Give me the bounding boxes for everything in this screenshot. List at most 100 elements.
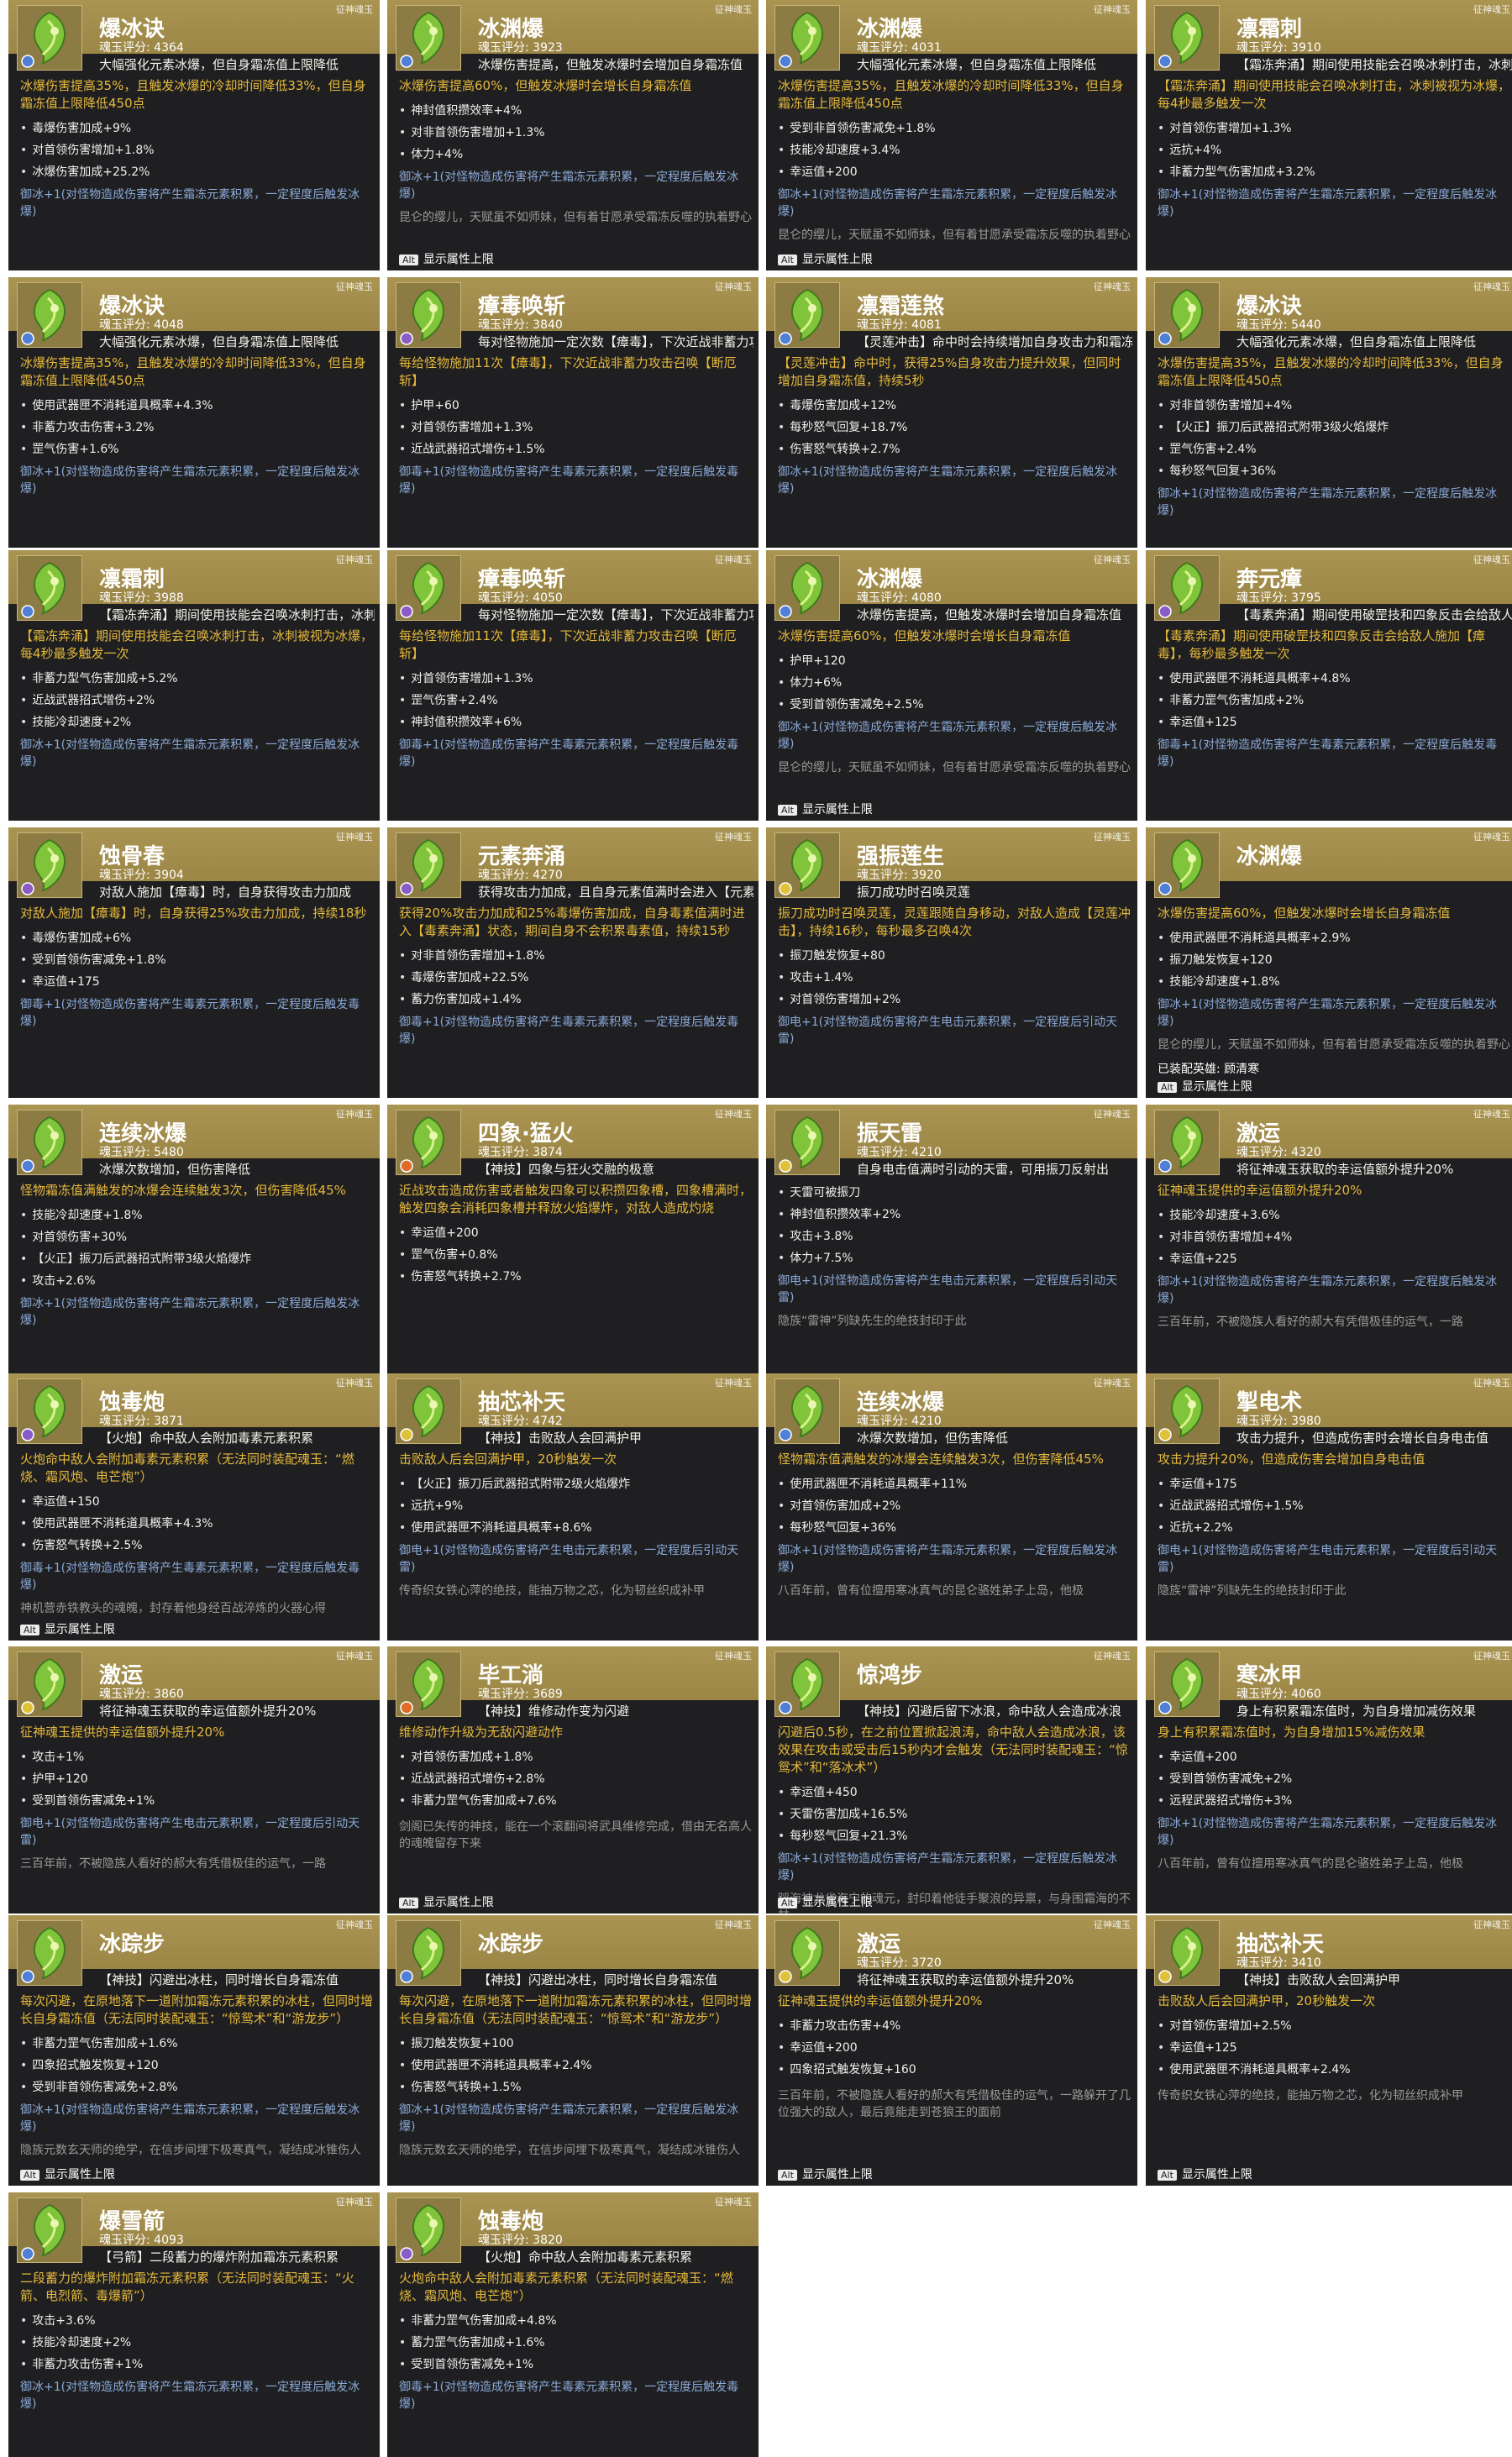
soul-jade-card[interactable]: 征神魂玉奔元瘴魂玉评分: 3795【毒素奔涌】期间使用破罡技和四象反击会给敌人施… — [1146, 550, 1512, 821]
soul-jade-card[interactable]: 征神魂玉 爆冰诀 魂玉评分: 4364 大幅强化元素冰爆，但自身霜冻值上限降低 冰爆伤害… — [8, 0, 380, 270]
set-bonus-text: 御冰+1(对怪物造成伤害将产生霜冻元素积累，一定程度后触发冰爆) — [20, 188, 360, 218]
card-effect-text: 冰爆伤害提高60%，但触发冰爆时会增长自身霜冻值 — [778, 628, 1071, 643]
soul-jade-card[interactable]: 征神魂玉 蚀骨春 魂玉评分: 3904 对敌人施加【瘴毒】时，自身获得攻击力加成 对敌人… — [8, 827, 380, 1098]
card-body: 获得20%攻击力加成和25%毒爆伤害加成，自身毒素值满时进入【毒素奔涌】状态，期… — [399, 905, 752, 1098]
card-score: 魂玉评分: 3871 — [99, 1415, 184, 1428]
stat-line: 非蓄力攻击伤害+4% — [778, 2015, 1131, 2037]
soul-jade-card[interactable]: 征神魂玉 强振莲生 魂玉评分: 3920 振刀成功时召唤灵莲 振刀成功时召唤灵莲，灵莲跟… — [766, 827, 1137, 1098]
thunder-jade-icon — [1154, 1920, 1220, 1986]
soul-jade-card[interactable]: 征神魂玉 抽芯补天 魂玉评分: 3410 【神技】击败敌人会回满护甲 击败敌人后会回满护… — [1146, 1915, 1512, 2186]
stat-line: 罡气伤害+0.8% — [399, 1244, 752, 1266]
stat-line: 受到首领伤害减免+2.5% — [778, 694, 1131, 716]
soul-jade-card[interactable]: 征神魂玉凛霜刺魂玉评分: 3910【霜冻奔涌】期间使用技能会召唤冰刺打击，冰刺被… — [1146, 0, 1512, 270]
show-attribute-cap-button[interactable]: Alt 显示属性上限 — [778, 1893, 873, 1910]
soul-jade-card[interactable]: 征神魂玉 爆冰诀 魂玉评分: 4048 大幅强化元素冰爆，但自身霜冻值上限降低 冰爆伤害… — [8, 277, 380, 548]
soul-jade-card[interactable]: 征神魂玉振天雷魂玉评分: 4210自身电击值满时引动的天雷，可用振刀反射出天雷可… — [766, 1105, 1137, 1375]
card-effect-text: 火炮命中敌人会附加毒素元素积累（无法同时装配魂玉：“燃烧、霜风炮、电芒炮”） — [20, 1452, 354, 1484]
soul-jade-card[interactable]: 征神魂玉 元素奔涌 魂玉评分: 4270 获得攻击力加成，且自身元素值满时会进入【元素… — [387, 827, 759, 1098]
thunder-jade-icon — [1154, 1378, 1220, 1444]
soul-jade-card[interactable]: 征神魂玉 四象·猛火 魂玉评分: 3874 【神技】四象与狂火交融的极意 近战攻击造成伤… — [387, 1105, 759, 1375]
soul-jade-card[interactable]: 征神魂玉 冰渊爆 魂玉评分: 3923 冰爆伤害提高，但触发冰爆时会增加自身霜冻值 冰爆… — [387, 0, 759, 270]
card-type-tag: 征神魂玉 — [1094, 1109, 1131, 1120]
ice-jade-icon — [17, 2197, 82, 2263]
soul-jade-card[interactable]: 征神魂玉 激运 魂玉评分: 4320 将征神魂玉获取的幸运值额外提升20% 征神魂玉提供… — [1146, 1105, 1512, 1375]
show-attribute-cap-button[interactable]: Alt 显示属性上限 — [20, 2166, 115, 2182]
card-effect-text: 二段蓄力的爆炸附加霜冻元素积累（无法同时装配魂玉：“火箭、电烈箭、毒爆箭”） — [20, 2271, 354, 2303]
card-body: 火炮命中敌人会附加毒素元素积累（无法同时装配魂玉：“燃烧、霜风炮、电芒炮”） 幸运… — [20, 1451, 373, 1641]
soul-jade-card[interactable]: 征神魂玉 连续冰爆 魂玉评分: 4210 冰爆次数增加，但伤害降低 怪物霜冻值满触发的冰… — [766, 1373, 1137, 1641]
soul-jade-card[interactable]: 征神魂玉 抽芯补天 魂玉评分: 4742 【神技】击败敌人会回满护甲 击败敌人后会回满护… — [387, 1373, 759, 1641]
set-bonus-text: 御毒+1(对怪物造成伤害将产生毒素元素积累，一定程度后触发毒爆) — [399, 738, 739, 769]
soul-jade-card[interactable]: 征神魂玉 冰踪步 【神技】闪避出冰柱，同时增长自身霜冻值 每次闪避，在原地落下一道附加… — [387, 1915, 759, 2186]
card-type-tag: 征神魂玉 — [336, 281, 373, 292]
lore-text: 神机营赤铁教头的魂魄，封存着他身经百战淬炼的火器心得 — [20, 1602, 326, 1615]
card-effect-text: 近战攻击造成伤害或者触发四象可以积攒四象槽，四象槽满时，触发四象会消耗四象槽并释… — [399, 1183, 752, 1215]
card-type-tag: 征神魂玉 — [715, 1651, 752, 1662]
soul-jade-card[interactable]: 征神魂玉 惊鸿步 【神技】闪避后留下冰浪，命中敌人会造成冰浪 闪避后0.5秒，在之前位… — [766, 1646, 1137, 1914]
set-bonus-text: 御冰+1(对怪物造成伤害将产生霜冻元素积累，一定程度后触发冰爆) — [778, 1544, 1118, 1574]
card-summary: 冰爆次数增加，但伤害降低 — [99, 1162, 251, 1177]
card-score: 魂玉评分: 3820 — [478, 2234, 563, 2247]
soul-jade-card[interactable]: 征神魂玉 爆冰诀 魂玉评分: 5440 大幅强化元素冰爆，但自身霜冻值上限降低 冰爆伤害… — [1146, 277, 1512, 548]
stat-line: 技能冷却速度+3.4% — [778, 139, 1131, 161]
show-attribute-cap-button[interactable]: Alt 显示属性上限 — [778, 801, 873, 817]
soul-jade-card[interactable]: 征神魂玉 激运 魂玉评分: 3860 将征神魂玉获取的幸运值额外提升20% 征神魂玉提供… — [8, 1646, 380, 1914]
stat-line: 近战武器招式增伤+2% — [20, 690, 373, 711]
set-bonus-text: 御冰+1(对怪物造成伤害将产生霜冻元素积累，一定程度后触发冰爆) — [778, 1852, 1118, 1882]
soul-jade-card[interactable]: 征神魂玉 凛霜莲煞 魂玉评分: 4081 【灵莲冲击】命中时会持续增加自身攻击力和霜冻… — [766, 277, 1137, 548]
stat-line: 对首领伤害增加+1.8% — [20, 139, 373, 161]
show-attribute-cap-button[interactable]: Alt 显示属性上限 — [1158, 2166, 1252, 2182]
soul-jade-card[interactable]: 征神魂玉 寒冰甲 魂玉评分: 4060 身上有积累霜冻值时，为自身增加减伤效果 身上有积… — [1146, 1646, 1512, 1914]
card-summary: 振刀成功时召唤灵莲 — [857, 885, 971, 900]
ice-jade-icon — [774, 1651, 840, 1717]
card-effect-text: 对敌人施加【瘴毒】时，自身获得25%攻击力加成，持续18秒 — [20, 906, 367, 921]
stat-line: 使用武器匣不消耗道具概率+2.4% — [399, 2055, 752, 2076]
soul-jade-card[interactable]: 征神魂玉 蚀毒炮 魂玉评分: 3871 【火炮】命中敌人会附加毒素元素积累 火炮命中敌人… — [8, 1373, 380, 1641]
soul-jade-card[interactable]: 征神魂玉 掣电术 魂玉评分: 3980 攻击力提升，但造成伤害时会增长自身电击值 攻击力… — [1146, 1373, 1512, 1641]
alt-key-icon: Alt — [778, 255, 797, 265]
soul-jade-card[interactable]: 征神魂玉 连续冰爆 魂玉评分: 5480 冰爆次数增加，但伤害降低 怪物霜冻值满触发的冰… — [8, 1105, 380, 1375]
soul-jade-card[interactable]: 征神魂玉 激运 魂玉评分: 3720 将征神魂玉获取的幸运值额外提升20% 征神魂玉提供… — [766, 1915, 1137, 2186]
card-type-tag: 征神魂玉 — [1473, 554, 1510, 565]
show-attribute-cap-button[interactable]: Alt 显示属性上限 — [20, 1620, 115, 1637]
card-type-tag: 征神魂玉 — [336, 1919, 373, 1930]
soul-jade-card[interactable]: 征神魂玉 毕工淌 魂玉评分: 3689 【神技】维修动作变为闪避 维修动作升级为无敌闪避… — [387, 1646, 759, 1914]
card-type-tag: 征神魂玉 — [336, 2197, 373, 2208]
show-attribute-cap-button[interactable]: Alt 显示属性上限 — [399, 1893, 494, 1910]
soul-jade-card[interactable]: 征神魂玉 爆雪箭 魂玉评分: 4093 【弓箭】二段蓄力的爆炸附加霜冻元素积累 二段蓄力… — [8, 2192, 380, 2457]
card-score: 魂玉评分: 4081 — [857, 318, 942, 332]
ice-jade-icon — [1154, 1110, 1220, 1175]
stat-line: 近抗+2.2% — [1158, 1517, 1510, 1539]
stat-line: 振刀触发恢复+120 — [1158, 949, 1510, 971]
soul-jade-card[interactable]: 征神魂玉 蚀毒炮 魂玉评分: 3820 【火炮】命中敌人会附加毒素元素积累 火炮命中敌人… — [387, 2192, 759, 2457]
show-attribute-cap-button[interactable]: Alt 显示属性上限 — [778, 250, 873, 267]
card-effect-text: 攻击力提升20%，但造成伤害会增加自身电击值 — [1158, 1452, 1425, 1467]
card-body: 冰爆伤害提高60%，但触发冰爆时会增长自身霜冻值神封值积攒效率+4%对非首领伤害… — [399, 77, 752, 270]
soul-jade-card[interactable]: 征神魂玉 冰渊爆 魂玉评分: 4031 大幅强化元素冰爆，但自身霜冻值上限降低 冰爆伤害… — [766, 0, 1137, 270]
soul-jade-card[interactable]: 征神魂玉凛霜刺魂玉评分: 3988【霜冻奔涌】期间使用技能会召唤冰刺打击，冰刺被… — [8, 550, 380, 821]
soul-jade-card[interactable]: 征神魂玉 瘴毒唤斩 魂玉评分: 3840 每对怪物施加一定次数【瘴毒】，下次近战非蓄力… — [387, 277, 759, 548]
card-summary: 攻击力提升，但造成伤害时会增长自身电击值 — [1236, 1431, 1489, 1446]
show-attribute-cap-button[interactable]: Alt 显示属性上限 — [1158, 1078, 1252, 1095]
card-effect-text: 冰爆伤害提高60%，但触发冰爆时会增长自身霜冻值 — [1158, 906, 1451, 921]
card-score: 魂玉评分: 4210 — [857, 1146, 942, 1159]
card-type-tag: 征神魂玉 — [1473, 1378, 1510, 1389]
soul-jade-card[interactable]: 征神魂玉 冰渊爆 魂玉评分: 4080 冰爆伤害提高，但触发冰爆时会增加自身霜冻值 冰爆… — [766, 550, 1137, 821]
stat-line: 对首领伤害加成+2% — [778, 1495, 1131, 1517]
card-type-tag: 征神魂玉 — [336, 4, 373, 15]
show-attribute-cap-button[interactable]: Alt 显示属性上限 — [778, 2166, 873, 2182]
soul-jade-card[interactable]: 征神魂玉 瘴毒唤斩 魂玉评分: 4050 每对怪物施加一定次数【瘴毒】，下次近战非蓄力… — [387, 550, 759, 821]
stat-line: 幸运值+200 — [778, 161, 1131, 183]
card-body: 冰爆伤害提高35%，且触发冰爆的冷却时间降低33%，但自身霜冻值上限降低450点… — [778, 77, 1131, 270]
card-type-tag: 征神魂玉 — [336, 554, 373, 565]
card-body: 振刀成功时召唤灵莲，灵莲跟随自身移动，对敌人造成【灵莲冲击】，持续16秒，每秒最… — [778, 905, 1131, 1098]
soul-jade-card[interactable]: 征神魂玉冰渊爆冰爆伤害提高60%，但触发冰爆时会增长自身霜冻值使用武器匣不消耗道… — [1146, 827, 1512, 1098]
soul-jade-card[interactable]: 征神魂玉 冰踪步 【神技】闪避出冰柱，同时增长自身霜冻值 每次闪避，在原地落下一道附加… — [8, 1915, 380, 2186]
set-bonus-text: 御毒+1(对怪物造成伤害将产生毒素元素积累，一定程度后触发毒爆) — [20, 998, 360, 1028]
card-effect-text: 【霜冻奔涌】期间使用技能会召唤冰刺打击，冰刺被视为冰爆，每4秒最多触发一次 — [20, 628, 373, 661]
card-score: 魂玉评分: 3980 — [1236, 1415, 1321, 1428]
stat-line: 使用武器匣不消耗道具概率+4.8% — [1158, 668, 1510, 690]
lore-text: 隐族元数玄天师的绝学，在信步间埋下极寒真气，凝结成冰锥伤人 — [399, 2144, 740, 2157]
card-score: 魂玉评分: 3910 — [1236, 41, 1321, 55]
show-attribute-cap-button[interactable]: Alt 显示属性上限 — [399, 250, 494, 267]
